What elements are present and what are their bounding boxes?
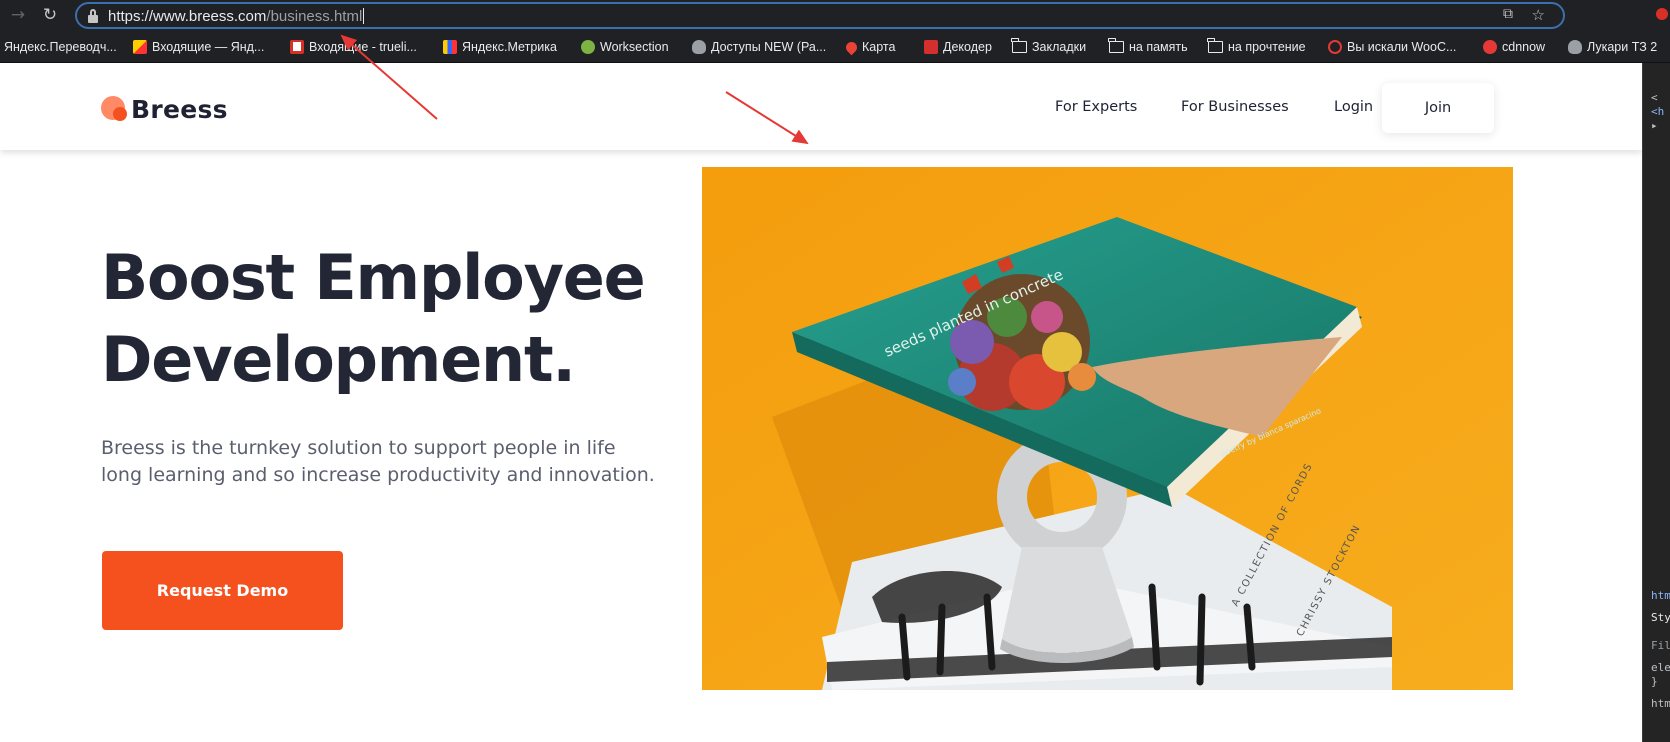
- url-prefix: https://: [108, 8, 154, 25]
- cast-icon[interactable]: ⧉: [1503, 6, 1513, 22]
- folder-icon: [1207, 38, 1223, 53]
- bookmark-item[interactable]: Карта: [843, 38, 896, 56]
- request-demo-button[interactable]: Request Demo: [102, 551, 343, 630]
- folder-icon: [1011, 38, 1027, 53]
- bookmarks-bar: Яндекс.Переводч... Входящие — Янд... Вхо…: [0, 30, 1670, 63]
- lock-icon[interactable]: [87, 9, 99, 23]
- apple-icon: [692, 40, 706, 54]
- page-viewport: Breess For Experts For Businesses Login …: [0, 63, 1642, 742]
- cdnnow-icon: [1483, 40, 1497, 54]
- bookmark-item[interactable]: Лукари ТЗ 2: [1568, 38, 1657, 56]
- bookmark-item[interactable]: Декодер: [924, 38, 992, 56]
- devtools-filter[interactable]: Filt: [1651, 639, 1670, 652]
- bookmark-label: Доступы NEW (Ра...: [711, 40, 827, 54]
- bookmark-label: Входящие - trueli...: [309, 40, 417, 54]
- nav-for-experts[interactable]: For Experts: [1055, 99, 1137, 115]
- map-pin-icon: [843, 39, 860, 55]
- bookmark-item[interactable]: cdnnow: [1483, 38, 1545, 56]
- hero-title-line1: Employee: [294, 241, 645, 314]
- devtools-line: htm: [1651, 697, 1670, 710]
- gmail-icon: [290, 40, 304, 54]
- devtools-line: ele: [1651, 661, 1670, 674]
- nav-login[interactable]: Login: [1334, 99, 1373, 115]
- logo-mark-icon: [101, 95, 129, 123]
- bookmark-item[interactable]: на память: [1108, 38, 1188, 56]
- url-path: /business.html: [266, 8, 363, 25]
- browser-toolbar: → ↻ https://www.breess.com/business.html…: [0, 0, 1670, 30]
- url-text[interactable]: https://www.breess.com/business.html: [108, 8, 365, 25]
- reload-icon[interactable]: ↻: [40, 5, 60, 25]
- devtools-line: <: [1651, 91, 1658, 104]
- bookmark-item[interactable]: Яндекс.Метрика: [443, 38, 557, 56]
- apple-icon: [1568, 40, 1582, 54]
- hero-subtitle: Breess is the turnkey solution to suppor…: [101, 437, 655, 486]
- bookmark-label: Закладки: [1032, 40, 1087, 54]
- devtools-line: <h: [1651, 105, 1665, 118]
- site-header: Breess For Experts For Businesses Login …: [0, 63, 1642, 150]
- bookmark-label: Яндекс.Метрика: [462, 40, 557, 54]
- join-button[interactable]: Join: [1382, 83, 1494, 133]
- bookmark-item[interactable]: Яндекс.Переводч...: [4, 38, 117, 56]
- bookmark-item[interactable]: на прочтение: [1207, 38, 1306, 56]
- bookmark-label: Входящие — Янд...: [152, 40, 265, 54]
- bookmark-label: Лукари ТЗ 2: [1587, 40, 1658, 54]
- extension-icon[interactable]: [1656, 8, 1668, 20]
- star-icon[interactable]: ☆: [1532, 6, 1545, 24]
- decoder-icon: [924, 40, 938, 54]
- text-caret: [363, 8, 365, 24]
- bookmark-item[interactable]: Worksection: [581, 38, 669, 56]
- bookmark-label: Вы искали WooC...: [1347, 40, 1457, 54]
- devtools-line: }: [1651, 675, 1658, 688]
- worksection-icon: [581, 40, 595, 54]
- devtools-panel: < <h ▸ htm Sty Filt ele } htm: [1642, 63, 1670, 742]
- folder-icon: [1108, 38, 1124, 53]
- bookmark-label: Яндекс.Переводч...: [4, 40, 117, 54]
- bookmark-item[interactable]: Доступы NEW (Ра...: [692, 38, 826, 56]
- devtools-line: ▸: [1651, 119, 1658, 132]
- bookmark-label: на память: [1129, 40, 1188, 54]
- bookmark-item[interactable]: Вы искали WooC...: [1328, 38, 1456, 56]
- bookmark-label: на прочтение: [1228, 40, 1306, 54]
- back-arrow-icon[interactable]: →: [8, 5, 28, 25]
- hero-title-line2: Development.: [101, 323, 576, 396]
- bookmark-item[interactable]: Закладки: [1011, 38, 1087, 56]
- hero-title: Boost Employee Development.: [101, 237, 646, 401]
- address-bar[interactable]: https://www.breess.com/business.html ⧉ ☆: [75, 2, 1565, 29]
- devtools-line: htm: [1651, 589, 1670, 602]
- mail-icon: [133, 40, 147, 54]
- bookmark-item[interactable]: Входящие - trueli...: [290, 38, 417, 56]
- bookmark-item[interactable]: Входящие — Янд...: [133, 38, 264, 56]
- link-icon: [1328, 40, 1342, 54]
- site-logo[interactable]: Breess: [101, 94, 228, 124]
- logo-text: Breess: [131, 94, 228, 124]
- bookmark-label: Карта: [862, 40, 896, 54]
- bookmark-label: cdnnow: [1502, 40, 1546, 54]
- devtools-styles-tab[interactable]: Sty: [1651, 611, 1670, 624]
- bookmark-label: Worksection: [600, 40, 669, 54]
- hero-image: A COLLECTION OF CORDS CHRISSY STOCKTON s…: [702, 167, 1513, 690]
- bookmark-label: Декодер: [943, 40, 992, 54]
- url-domain: www.breess.com: [153, 8, 267, 25]
- metrika-icon: [443, 40, 457, 54]
- hero-title-accent: Boost: [101, 237, 295, 319]
- nav-for-businesses[interactable]: For Businesses: [1181, 99, 1289, 115]
